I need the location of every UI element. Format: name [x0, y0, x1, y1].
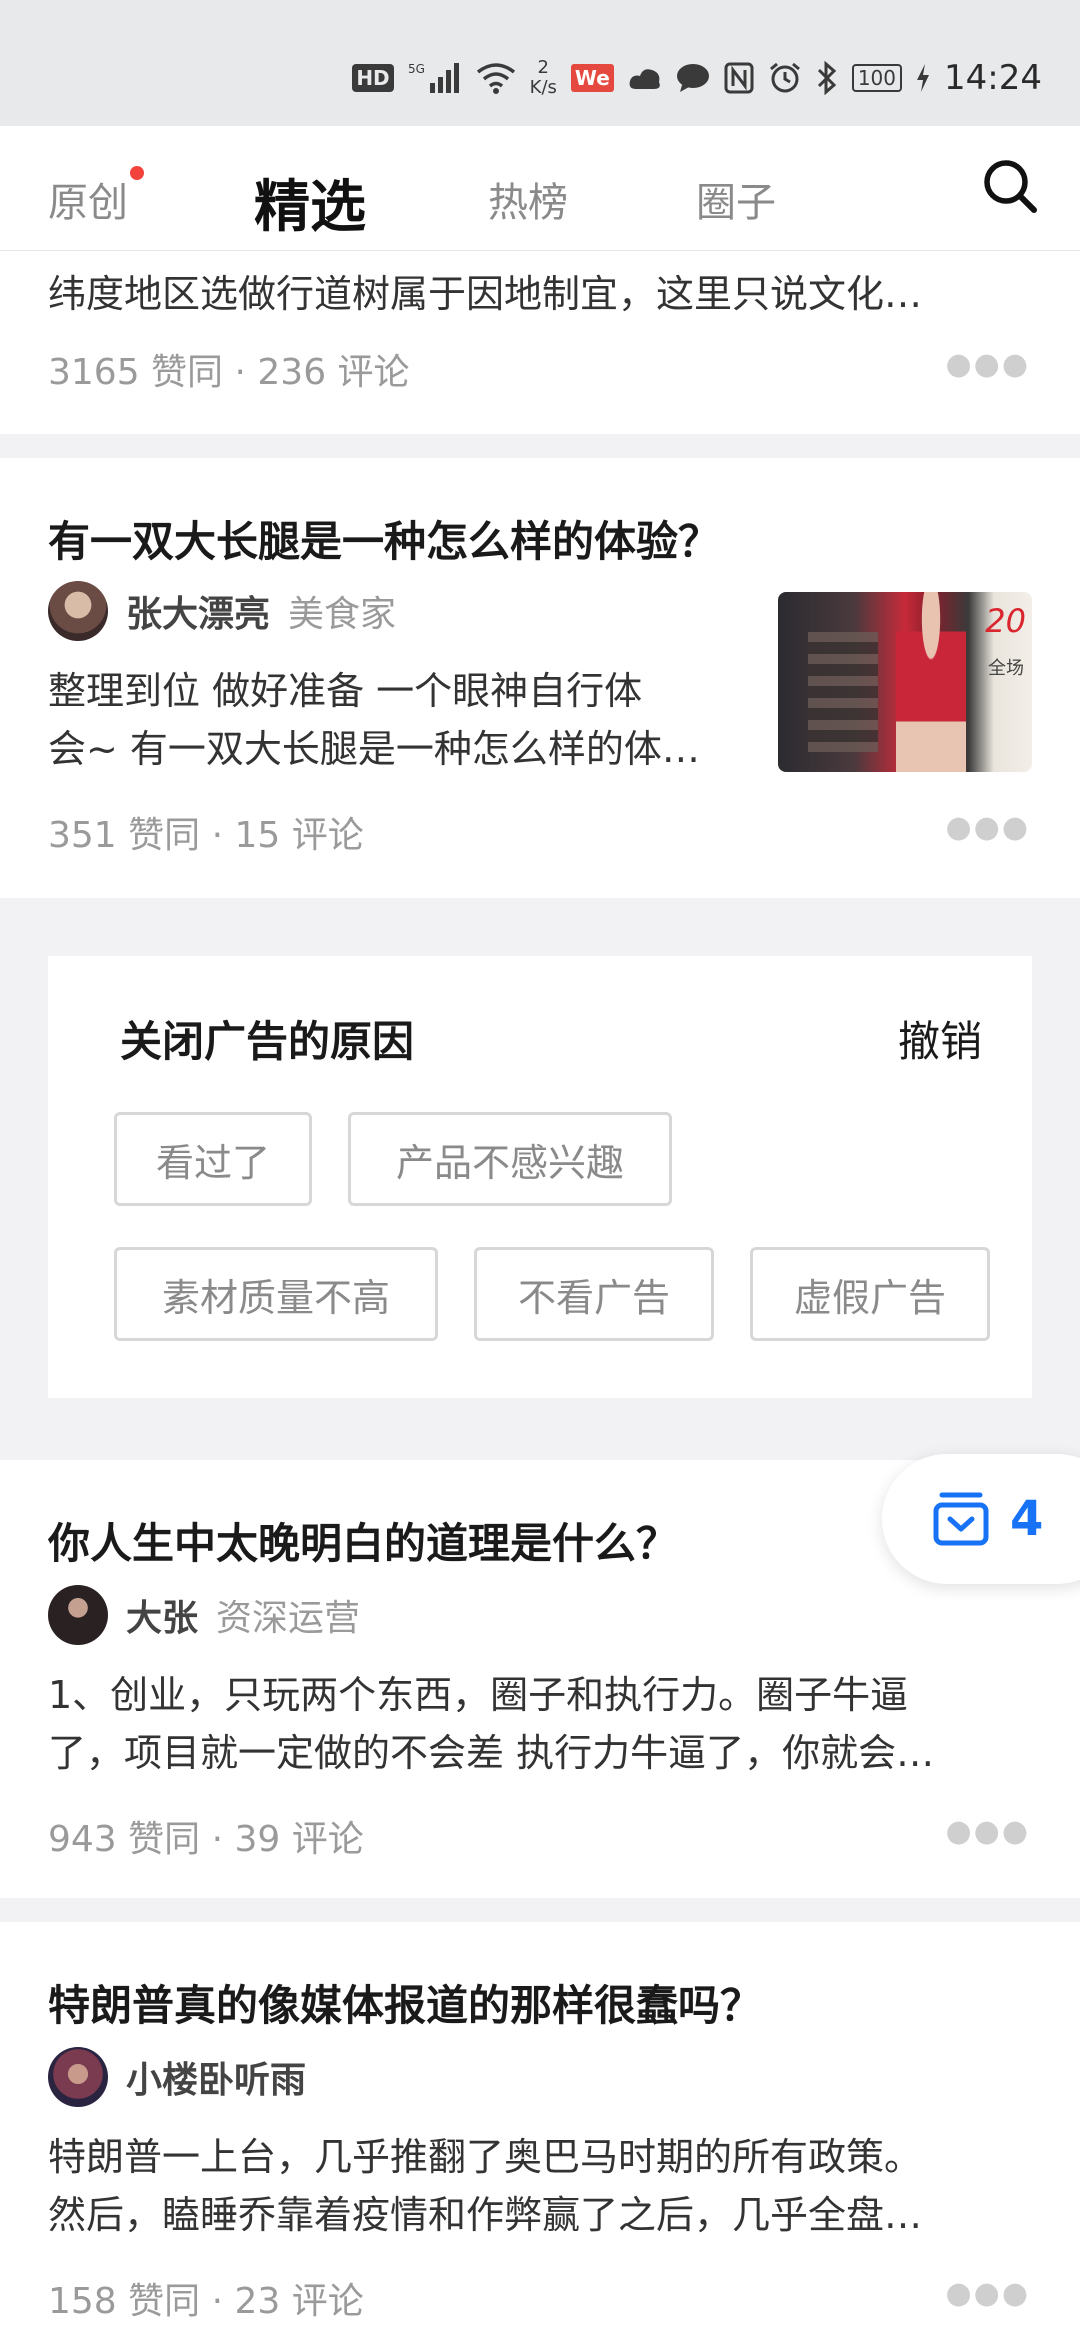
author-name[interactable]: 大张	[126, 1589, 198, 1641]
author-row[interactable]: 小楼卧听雨	[48, 2046, 324, 2108]
excerpt-line: 了，项目就一定做的不会差 执行力牛逼了，你就会…	[48, 1731, 935, 1775]
svg-text:5G: 5G	[408, 62, 425, 76]
inbox-icon	[933, 1492, 989, 1546]
net-speed-value: 2	[537, 57, 549, 78]
avatar[interactable]	[48, 581, 108, 641]
reason-low-quality-button[interactable]: 素材质量不高	[114, 1247, 438, 1341]
answer-thumbnail[interactable]: 20 全场	[778, 592, 1032, 772]
new-dot-badge	[130, 166, 144, 180]
net-speed: 2 K/s	[530, 58, 557, 98]
excerpt-line: 特朗普一上台，几乎推翻了奥巴马时期的所有政策。	[48, 2135, 923, 2179]
weibo-icon: We	[570, 64, 614, 92]
answer-meta: 158 赞同 · 23 评论	[48, 2281, 364, 2322]
excerpt-line: 1、创业，只玩两个东西，圈子和执行力。圈子牛逼	[48, 1673, 909, 1717]
thumbnail-figure	[896, 592, 966, 772]
thumbnail-sign-sub: 全场	[988, 658, 1024, 679]
answer-meta: 943 赞同 · 39 评论	[48, 1819, 364, 1860]
excerpt-line: 会~ 有一双大长腿是一种怎么样的体…	[48, 727, 700, 771]
wifi-icon	[476, 63, 515, 94]
tab-hot-list[interactable]: 热榜	[488, 170, 568, 228]
net-speed-unit: K/s	[529, 77, 557, 98]
search-icon[interactable]	[980, 156, 1040, 216]
cloud-icon	[629, 69, 660, 89]
question-title[interactable]: 有一双大长腿是一种怎么样的体验？	[48, 508, 720, 569]
battery-indicator: 100	[851, 64, 903, 92]
answer-meta: 351 赞同 · 15 评论	[48, 815, 364, 856]
question-title[interactable]: 特朗普真的像媒体报道的那样很蠢吗？	[48, 1972, 762, 2033]
answer-excerpt: 整理到位 做好准备 一个眼神自行体 会~ 有一双大长腿是一种怎么样的体…	[48, 662, 748, 778]
chat-icon	[676, 64, 709, 92]
author-name[interactable]: 张大漂亮	[126, 585, 270, 637]
avatar[interactable]	[48, 1585, 108, 1645]
feed-item[interactable]: 纬度地区选做行道树属于因地制宜，这里只说文化… 3165 赞同 · 236 评论…	[0, 251, 1080, 434]
reason-no-ads-button[interactable]: 不看广告	[474, 1247, 714, 1341]
more-options-icon[interactable]: ●●●	[945, 1814, 1030, 1849]
author-row[interactable]: 张大漂亮 美食家	[48, 580, 396, 642]
reason-not-interested-button[interactable]: 产品不感兴趣	[348, 1112, 672, 1206]
author-tag: 资深运营	[216, 1598, 361, 1639]
answer-excerpt: 纬度地区选做行道树属于因地制宜，这里只说文化…	[48, 272, 923, 316]
thumbnail-sign-text: 20	[985, 602, 1026, 640]
thumbnail-shelf	[808, 632, 878, 752]
question-title[interactable]: 你人生中太晚明白的道理是什么？	[48, 1510, 678, 1571]
excerpt-line: 然后，瞌睡乔靠着疫情和作弊赢了之后，几乎全盘…	[48, 2193, 923, 2237]
more-options-icon[interactable]: ●●●	[945, 2276, 1030, 2311]
nfc-icon	[724, 62, 754, 94]
clock: 14:24	[944, 58, 1042, 98]
inbox-count: 4	[1010, 1491, 1044, 1547]
signal-icon: 5G	[408, 62, 459, 93]
undo-button[interactable]: 撤销	[898, 1008, 982, 1069]
feed-item[interactable]: 有一双大长腿是一种怎么样的体验？ 张大漂亮 美食家 整理到位 做好准备 一个眼神…	[0, 458, 1080, 898]
alarm-icon	[769, 62, 800, 93]
ad-close-panel: 关闭广告的原因 撤销 看过了 产品不感兴趣 素材质量不高 不看广告 虚假广告	[48, 956, 1032, 1398]
status-icons: HD 5G 2 K/s We 100 14:24	[352, 52, 1042, 104]
excerpt-line: 整理到位 做好准备 一个眼神自行体	[48, 669, 643, 713]
top-nav: 原创 精选 热榜 圈子	[0, 126, 1080, 251]
answer-meta: 3165 赞同 · 236 评论	[48, 352, 410, 393]
feed-item[interactable]: 特朗普真的像媒体报道的那样很蠢吗？ 小楼卧听雨 特朗普一上台，几乎推翻了奥巴马时…	[0, 1922, 1080, 2340]
reason-seen-button[interactable]: 看过了	[114, 1112, 312, 1206]
avatar[interactable]	[48, 2047, 108, 2107]
author-row[interactable]: 大张 资深运营	[48, 1584, 360, 1646]
answer-excerpt: 特朗普一上台，几乎推翻了奥巴马时期的所有政策。 然后，瞌睡乔靠着疫情和作弊赢了之…	[48, 2128, 1038, 2244]
tab-circles[interactable]: 圈子	[696, 170, 776, 228]
charging-icon	[917, 64, 930, 92]
hd-indicator: HD	[352, 64, 394, 92]
more-options-icon[interactable]: ●●●	[945, 347, 1030, 382]
ad-close-title: 关闭广告的原因	[120, 1017, 415, 1066]
bluetooth-icon	[817, 61, 837, 95]
reason-fake-ad-button[interactable]: 虚假广告	[750, 1247, 990, 1341]
status-bar: HD 5G 2 K/s We 100 14:24	[0, 0, 1080, 126]
author-name[interactable]: 小楼卧听雨	[126, 2051, 306, 2103]
answer-excerpt: 1、创业，只玩两个东西，圈子和执行力。圈子牛逼 了，项目就一定做的不会差 执行力…	[48, 1666, 1038, 1782]
author-tag: 美食家	[288, 594, 397, 635]
more-options-icon[interactable]: ●●●	[945, 810, 1030, 845]
tab-featured[interactable]: 精选	[254, 162, 366, 243]
tab-original[interactable]: 原创	[48, 170, 128, 228]
floating-inbox-button[interactable]: 4	[882, 1454, 1080, 1584]
